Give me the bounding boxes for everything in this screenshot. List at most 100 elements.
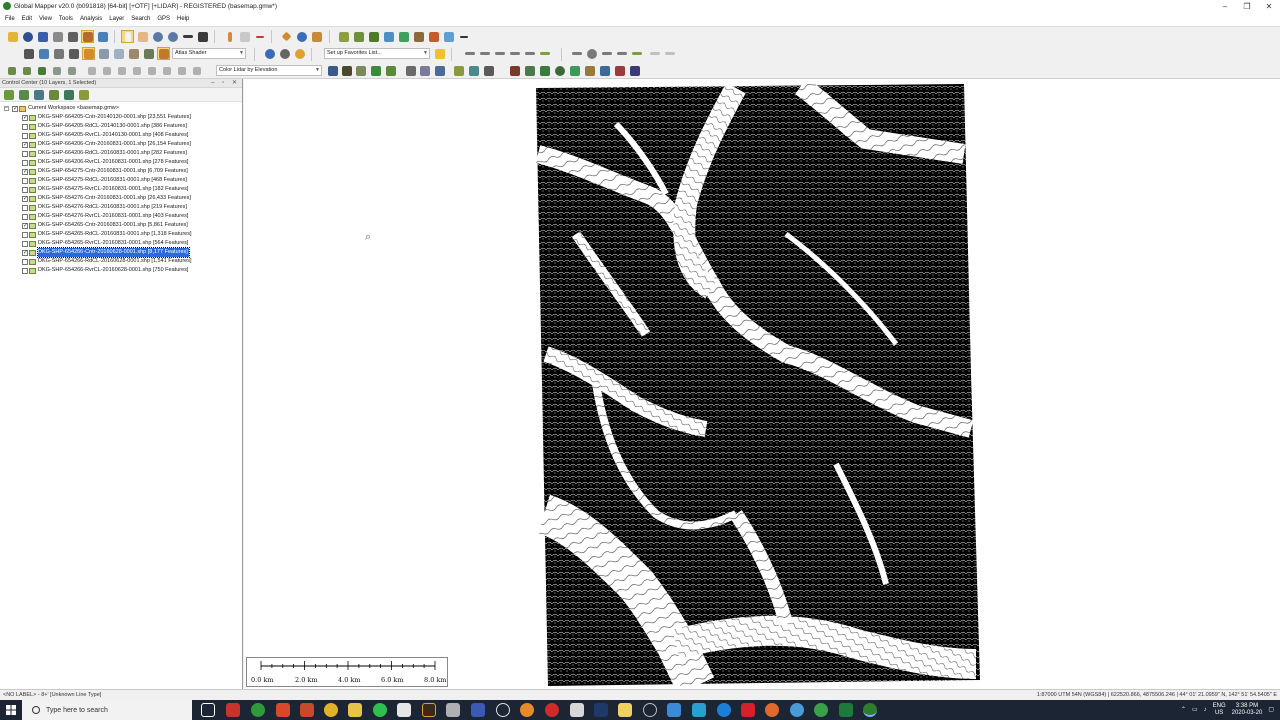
crosshair-icon[interactable] [20,64,33,77]
workspace-checkbox[interactable]: ✓ [12,105,18,112]
clock[interactable]: 3:38 PM 2020-03-20 [1232,703,1263,717]
edge-icon[interactable] [717,703,731,717]
zoom-in-icon[interactable] [151,30,164,43]
open-folder-icon[interactable] [6,30,19,43]
minimize-button[interactable]: – [1214,0,1236,12]
add-layer-icon[interactable] [4,90,14,100]
windows-start-button[interactable] [0,700,22,720]
app-icon-4[interactable] [300,703,314,717]
lidar-tool-4-icon[interactable] [130,64,143,77]
elevation-7-icon[interactable] [598,64,611,77]
elevation-6-icon[interactable] [583,64,596,77]
database-icon[interactable] [67,47,80,60]
layer-visibility-checkbox[interactable] [22,204,28,211]
layer-options-icon[interactable] [19,90,29,100]
digitize-line-3-icon[interactable] [493,47,506,60]
app-icon-6[interactable] [471,703,485,717]
app-icon-15[interactable] [790,703,804,717]
lidar-warning-icon[interactable] [404,64,417,77]
layer-row[interactable]: ✓ DKG-SHP-654276-Cntr-20160831-0001.shp [… [0,194,242,203]
language-indicator[interactable]: ENG US [1213,703,1226,717]
app-icon-1[interactable] [226,703,240,717]
app-icon-14[interactable] [765,703,779,717]
path-profile-icon[interactable] [310,30,323,43]
digitize-line-5-icon[interactable] [523,47,536,60]
elevation-3-icon[interactable] [538,64,551,77]
lidar-edit-icon[interactable] [35,64,48,77]
layer-visibility-checkbox[interactable] [22,258,28,265]
edit-line-icon[interactable] [570,47,583,60]
app-icon-13[interactable] [692,703,706,717]
lidar-grid-icon[interactable] [369,64,382,77]
menu-view[interactable]: View [39,16,52,22]
refresh-icon[interactable] [293,47,306,60]
notifications-icon[interactable]: ▢ [1268,707,1274,714]
layer-visibility-checkbox[interactable] [22,213,28,220]
terrain-6-icon[interactable] [412,30,425,43]
control-center-icon[interactable] [81,30,94,43]
panel-window-buttons[interactable]: – ▫ ✕ [211,79,240,88]
atlas-shader-icon[interactable] [157,47,170,60]
grid-icon[interactable] [22,47,35,60]
layer-visibility-checkbox[interactable] [22,123,28,130]
edit-line-3-icon[interactable] [615,47,628,60]
menu-help[interactable]: Help [177,16,189,22]
lidar-color-select[interactable]: Color Lidar by Elevation ▼ [216,65,322,76]
maximize-button[interactable]: ❐ [1236,0,1258,12]
menu-analysis[interactable]: Analysis [80,16,102,22]
layer-row[interactable]: DKG-SHP-654275-RvrCL-20160831-0001.shp [… [0,185,242,194]
digitize-line-icon[interactable] [463,47,476,60]
layer-visibility-checkbox[interactable]: ✓ [22,141,28,148]
print-icon[interactable] [51,30,64,43]
layer-visibility-checkbox[interactable]: ✓ [22,195,28,202]
app-icon-2[interactable] [251,703,265,717]
lidar-person-icon[interactable] [340,64,353,77]
excel-icon[interactable] [839,703,853,717]
layer-visibility-checkbox[interactable]: ✓ [22,249,28,256]
app-icon-5[interactable] [446,703,460,717]
app-icon-9[interactable] [570,703,584,717]
layers-icon[interactable] [96,30,109,43]
digitize-line-2-icon[interactable] [478,47,491,60]
measure-icon[interactable] [97,47,110,60]
diamond-tool-icon[interactable] [280,30,293,43]
photoshop-icon[interactable] [594,703,608,717]
chevron-up-icon[interactable]: ⌃ [1181,707,1186,714]
edit-line-5-icon[interactable] [648,47,661,60]
menu-edit[interactable]: Edit [22,16,32,22]
lidar-zoom-icon[interactable] [433,64,446,77]
collapse-icon[interactable]: − [4,106,9,111]
menu-file[interactable]: File [5,16,15,22]
lidar-tool-1-icon[interactable] [85,64,98,77]
app-icon-12[interactable] [667,703,681,717]
layer-visibility-checkbox[interactable] [22,186,28,193]
pencil-icon[interactable] [223,30,236,43]
lidar-points-icon[interactable] [354,64,367,77]
edit-line-6-icon[interactable] [663,47,676,60]
bar-chart-icon[interactable] [142,47,155,60]
layer-row[interactable]: DKG-SHP-654266-RvrCL-20160628-0001.shp [… [0,266,242,275]
arrows-icon[interactable] [427,30,440,43]
pointer-tool-icon[interactable] [121,30,134,43]
histogram-icon[interactable] [127,47,140,60]
layer-row[interactable]: ✓ DKG-SHP-664205-Cntr-20140130-0001.shp [… [0,113,242,122]
shader-select[interactable]: Atlas Shader ▼ [172,48,246,59]
lidar-tool-7-icon[interactable] [175,64,188,77]
layers-stack-icon[interactable] [37,47,50,60]
lidar-delete-icon[interactable] [65,64,78,77]
favorites-select[interactable]: Set up Favorites List... ▼ [324,48,430,59]
home-icon[interactable] [196,30,209,43]
stripes-icon[interactable] [112,47,125,60]
layer-metadata-icon[interactable] [49,90,59,100]
app-icon-8[interactable] [520,703,534,717]
taskbar-search-box[interactable]: Type here to search [22,700,192,720]
layer-visibility-checkbox[interactable] [22,132,28,139]
task-view-icon[interactable] [201,703,215,717]
layer-row[interactable]: DKG-SHP-664206-RvrCL-20160831-0001.shp [… [0,158,242,167]
menu-tools[interactable]: Tools [59,16,73,22]
globe-icon[interactable] [21,30,34,43]
layer-row[interactable]: DKG-SHP-654276-RdCL-20160831-0001.shp [2… [0,203,242,212]
lidar-select-icon[interactable] [50,64,63,77]
back-arrow-icon[interactable] [181,30,194,43]
menu-search[interactable]: Search [131,16,150,22]
